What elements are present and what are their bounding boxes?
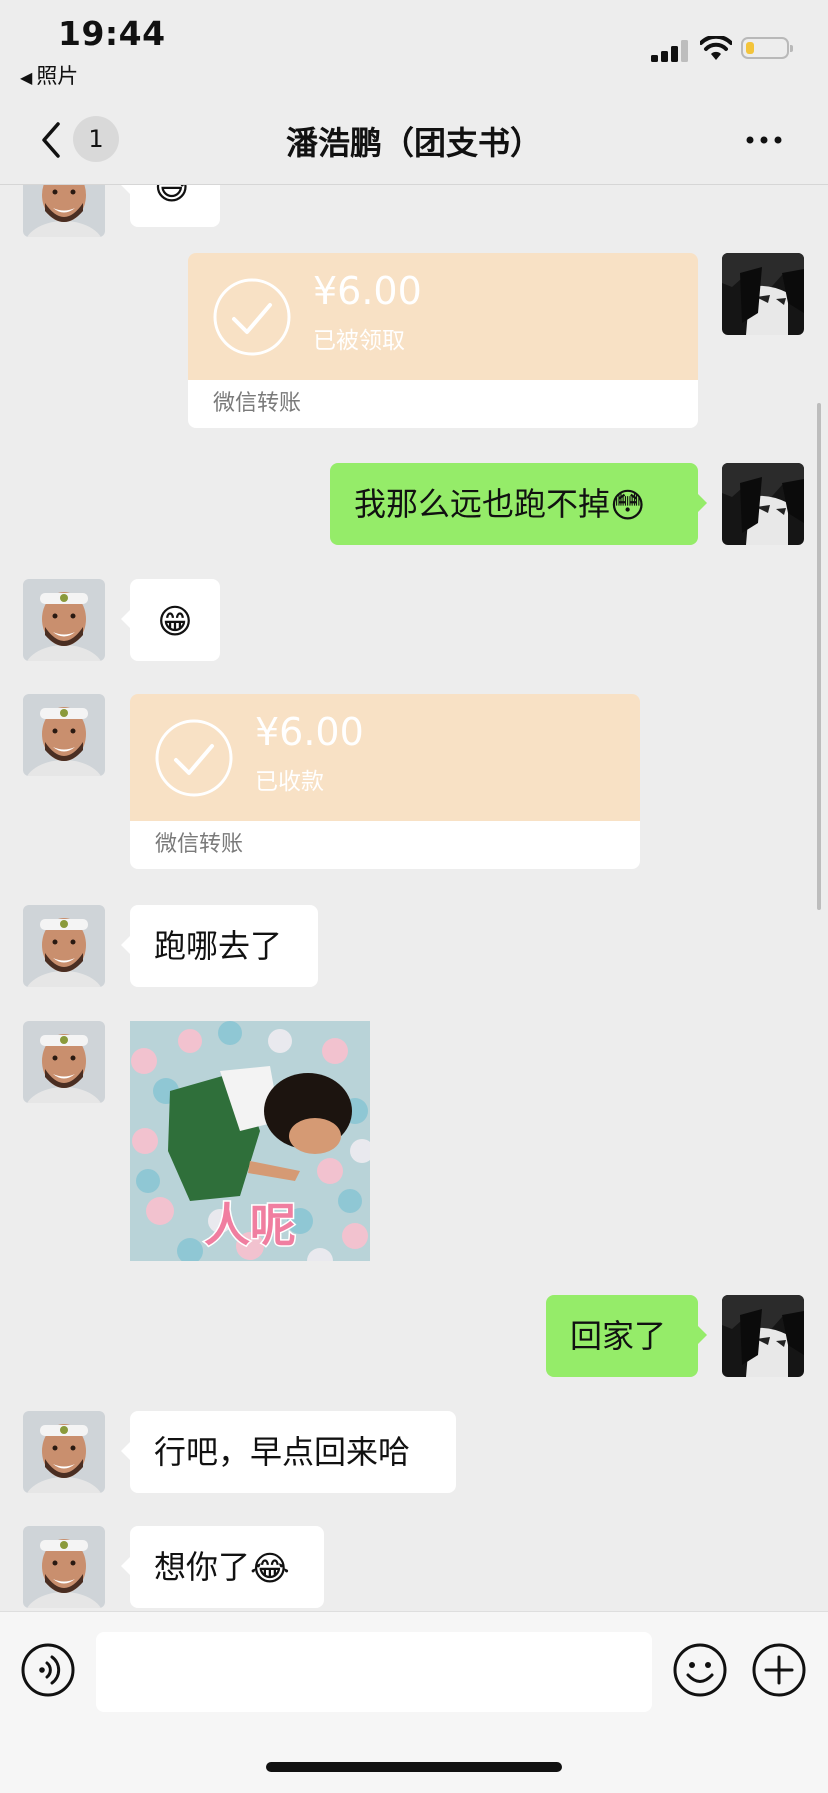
transfer-card-received[interactable]: ¥6.00 已收款 微信转账 <box>130 694 640 869</box>
wifi-icon <box>700 36 732 60</box>
more-icon[interactable] <box>744 120 784 160</box>
sticker-image[interactable]: 人呢 <box>130 1021 370 1261</box>
message-bubble-partial[interactable]: 😅 <box>121 185 220 227</box>
tears-of-joy-icon: 😂 <box>250 1549 290 1589</box>
home-indicator[interactable] <box>266 1762 562 1772</box>
smiley-icon[interactable] <box>672 1642 728 1698</box>
cellular-signal-icon <box>651 40 689 62</box>
transfer-label: 微信转账 <box>130 821 640 869</box>
message-text: 我那么远也跑不掉 <box>354 485 611 523</box>
scrollbar[interactable] <box>817 403 821 910</box>
message-text: 回家了 <box>570 1317 667 1355</box>
message-bubble-incoming[interactable]: 跑哪去了 <box>121 905 318 987</box>
contact-avatar[interactable] <box>23 694 105 776</box>
grinning-face-icon: 😁 <box>157 602 193 642</box>
battery-icon <box>741 37 793 59</box>
message-input[interactable] <box>96 1632 652 1712</box>
contact-avatar[interactable] <box>23 185 105 237</box>
sticker-picture: 人呢 <box>130 1021 370 1261</box>
message-bubble-outgoing[interactable]: 回家了 <box>546 1295 707 1377</box>
my-avatar[interactable] <box>722 253 804 335</box>
chat-header: 1 潘浩鹏（团支书） <box>0 100 828 185</box>
transfer-card-sent[interactable]: ¥6.00 已被领取 微信转账 <box>188 253 698 428</box>
flushed-face-icon: 😳 <box>610 486 646 526</box>
message-text: 跑哪去了 <box>154 927 283 965</box>
voice-icon[interactable] <box>20 1642 76 1698</box>
check-circle-icon <box>155 719 233 797</box>
back-to-app-link[interactable]: ◀ 照片 <box>20 60 78 90</box>
contact-avatar[interactable] <box>23 905 105 987</box>
chat-title: 潘浩鹏（团支书） <box>285 124 542 162</box>
transfer-status: 已收款 <box>255 769 324 795</box>
message-bubble-outgoing[interactable]: 我那么远也跑不掉😳 <box>330 463 707 545</box>
check-circle-icon <box>213 278 291 356</box>
emoji-icon: 😅 <box>154 185 190 208</box>
my-avatar[interactable] <box>722 463 804 545</box>
plus-icon[interactable] <box>751 1642 807 1698</box>
sticker-caption: 人呢 <box>204 1198 296 1252</box>
message-text: 行吧，早点回来哈 <box>154 1433 411 1471</box>
transfer-amount: ¥6.00 <box>255 710 364 754</box>
message-bubble-incoming[interactable]: 想你了😂 <box>121 1526 324 1608</box>
transfer-label: 微信转账 <box>188 380 698 428</box>
contact-avatar[interactable] <box>23 1526 105 1608</box>
contact-avatar[interactable] <box>23 1021 105 1103</box>
my-avatar[interactable] <box>722 1295 804 1377</box>
message-bubble-incoming[interactable]: 😁 <box>121 579 220 661</box>
back-triangle-icon: ◀ <box>20 68 33 87</box>
contact-avatar[interactable] <box>23 1411 105 1493</box>
message-bubble-incoming[interactable]: 行吧，早点回来哈 <box>121 1411 456 1493</box>
battery-level <box>746 42 754 54</box>
transfer-card-top: ¥6.00 已被领取 <box>188 253 698 380</box>
status-time: 19:44 <box>58 14 166 53</box>
back-to-app-label: 照片 <box>36 64 79 88</box>
transfer-amount: ¥6.00 <box>313 269 422 313</box>
message-text: 想你了 <box>154 1548 251 1586</box>
message-list[interactable]: 😅 ¥6.00 已被领取 微信转账 我那么远也跑不掉😳 😁 ¥6.00 已收款 … <box>0 185 828 1610</box>
transfer-card-top: ¥6.00 已收款 <box>130 694 640 821</box>
transfer-status: 已被领取 <box>313 328 405 354</box>
status-bar: 19:44 ◀ 照片 <box>0 0 828 100</box>
contact-avatar[interactable] <box>23 579 105 661</box>
